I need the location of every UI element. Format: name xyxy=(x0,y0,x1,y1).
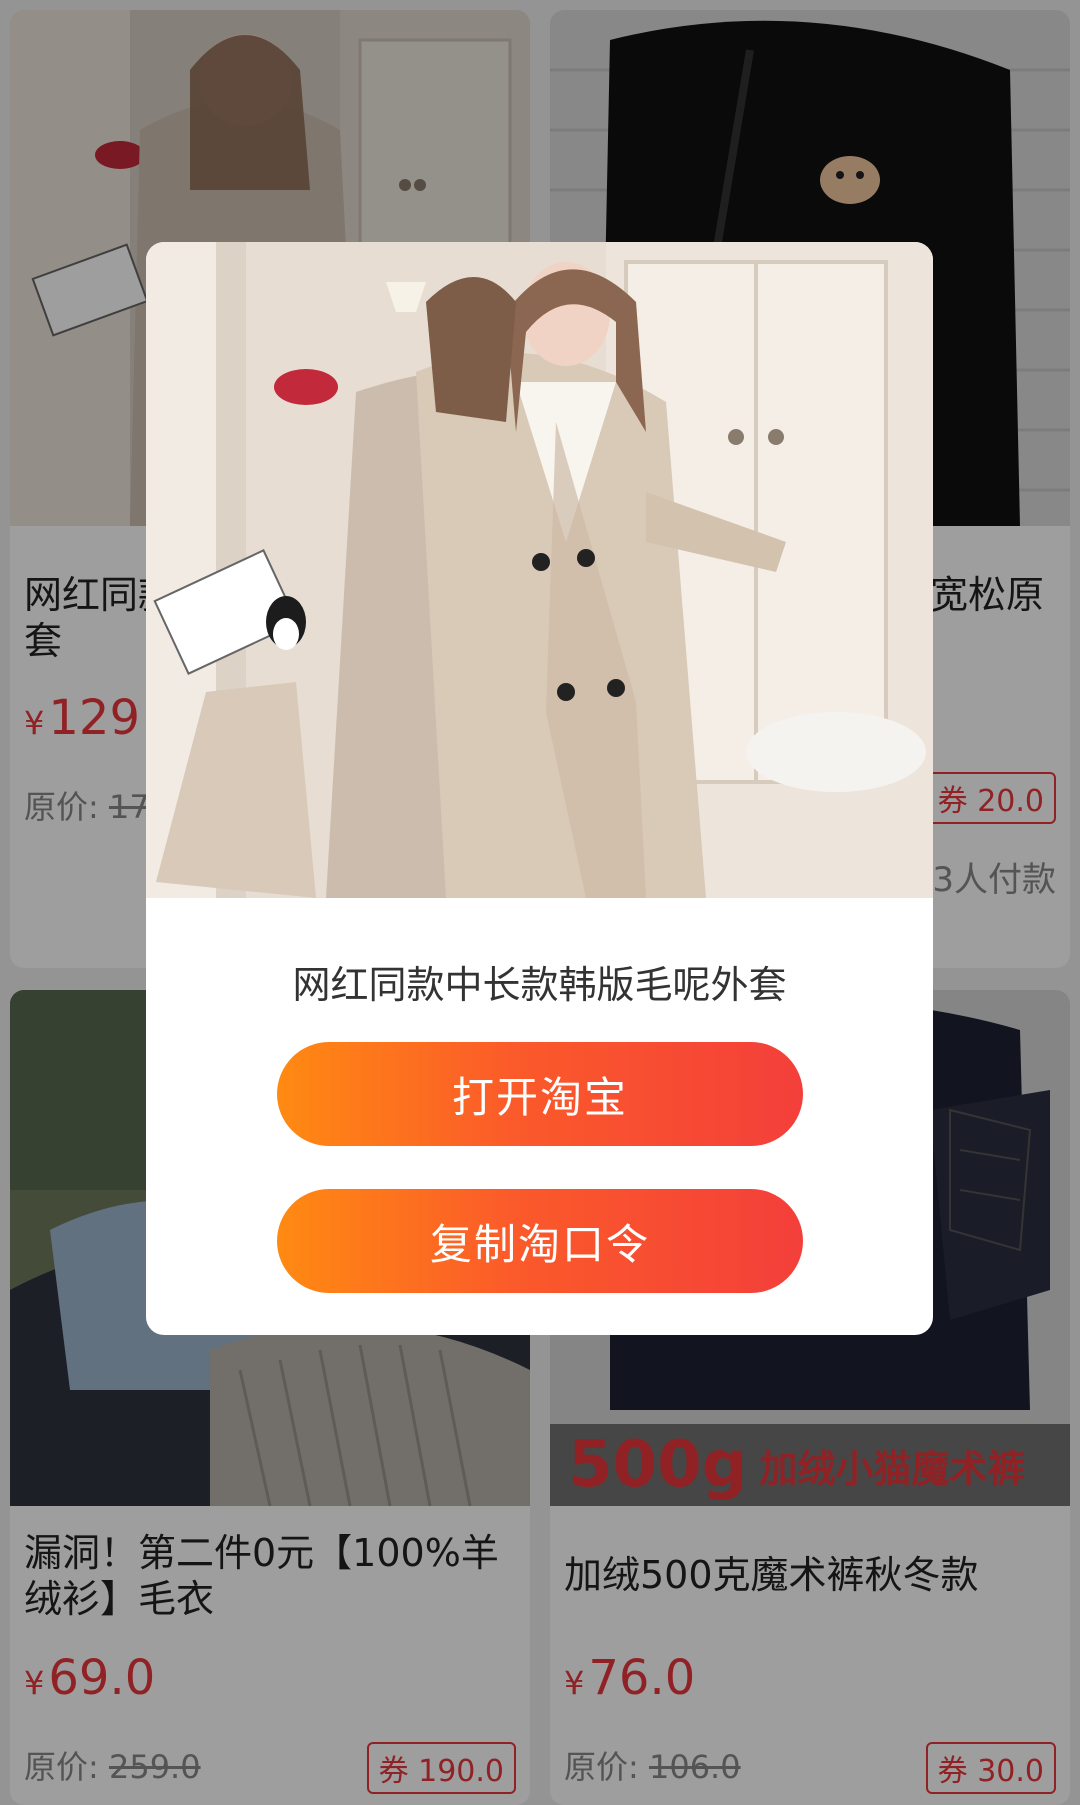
modal-product-title: 网红同款中长款韩版毛呢外套 xyxy=(292,963,787,1007)
copy-taokouling-button[interactable]: 复制淘口令 xyxy=(277,1189,803,1293)
modal-product-image xyxy=(146,242,933,898)
product-modal: 网红同款中长款韩版毛呢外套 打开淘宝 复制淘口令 xyxy=(146,242,933,1335)
open-taobao-button[interactable]: 打开淘宝 xyxy=(277,1042,803,1146)
